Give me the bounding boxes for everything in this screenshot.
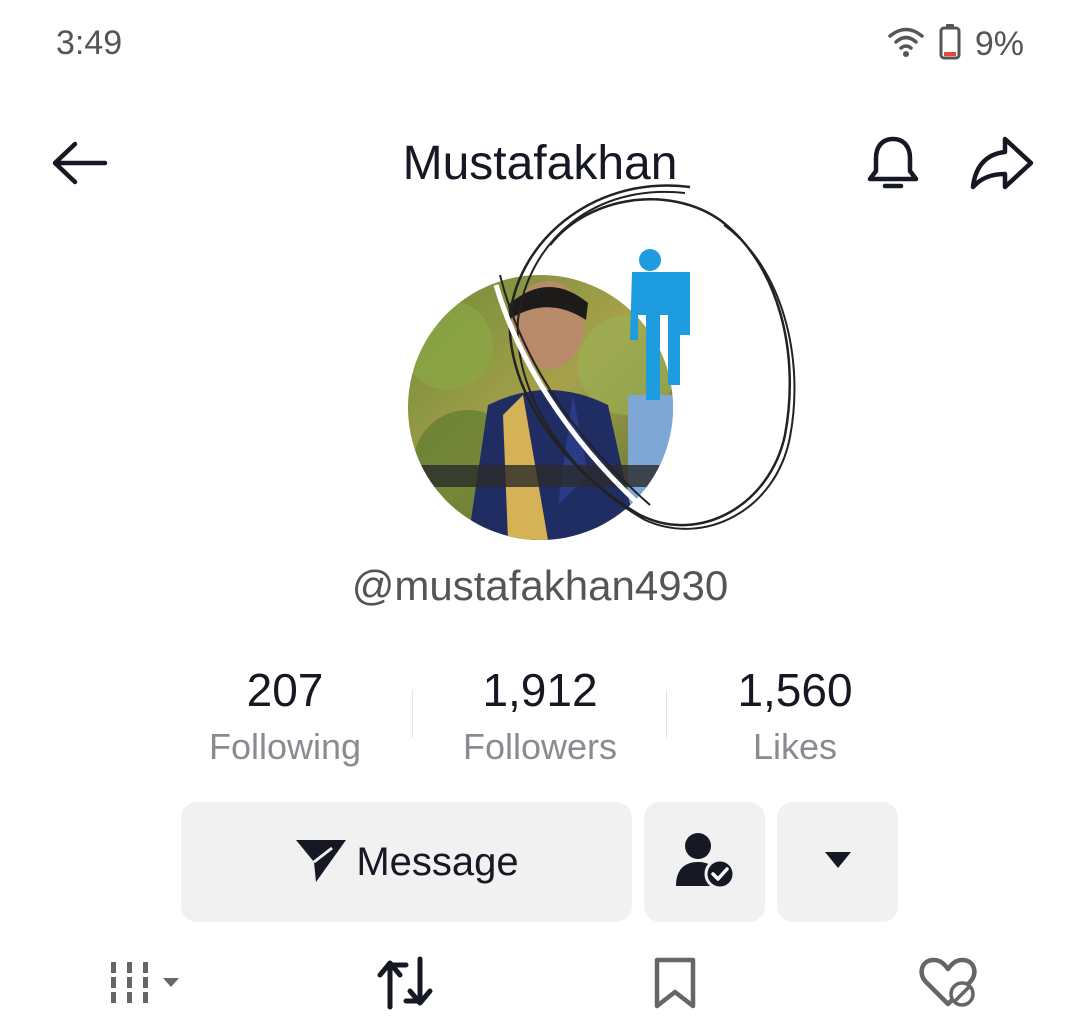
battery-low-icon: [939, 24, 961, 65]
heart-hidden-icon: [918, 956, 978, 1015]
following-button[interactable]: [644, 802, 765, 922]
stat-following[interactable]: 207 Following: [160, 660, 410, 768]
message-button[interactable]: Message: [181, 802, 632, 922]
stat-divider: [666, 690, 667, 738]
tab-videos[interactable]: [100, 950, 190, 1020]
tab-favorites[interactable]: [640, 950, 710, 1020]
tab-reposts[interactable]: [368, 950, 444, 1020]
bookmark-icon: [653, 956, 697, 1015]
status-time: 3:49: [56, 24, 123, 62]
repost-icon: [376, 955, 436, 1016]
share-arrow-icon: [969, 135, 1035, 196]
status-icons: 9%: [887, 24, 1024, 65]
share-button[interactable]: [964, 130, 1040, 200]
stat-value: 1,912: [482, 664, 598, 716]
profile-stats: 207 Following 1,912 Followers 1,560 Like…: [160, 660, 920, 780]
profile-actions: Message: [181, 802, 901, 922]
message-label: Message: [356, 839, 519, 884]
grid-icon: [105, 958, 185, 1013]
avatar: [408, 275, 673, 540]
stat-value: 207: [246, 664, 324, 716]
profile-handle: @mustafakhan4930: [351, 562, 729, 609]
profile-header: Mustafakhan: [0, 120, 1080, 210]
send-icon: [294, 836, 348, 889]
stat-label: Following: [208, 726, 362, 767]
battery-percent: 9%: [974, 25, 1024, 63]
person-check-icon: [674, 830, 736, 895]
stat-label: Likes: [752, 726, 838, 767]
stat-divider: [412, 690, 413, 738]
wifi-icon: [887, 25, 925, 64]
profile-tabs: [0, 940, 1080, 1020]
stat-label: Followers: [462, 726, 618, 767]
more-options-button[interactable]: [777, 802, 898, 922]
stat-followers[interactable]: 1,912 Followers: [415, 660, 665, 768]
notifications-button[interactable]: [858, 130, 928, 200]
stat-value: 1,560: [737, 664, 853, 716]
bell-icon: [865, 133, 921, 198]
profile-avatar[interactable]: [408, 275, 673, 540]
stat-likes[interactable]: 1,560 Likes: [670, 660, 920, 768]
caret-down-icon: [823, 850, 853, 875]
tab-liked[interactable]: [908, 950, 988, 1020]
status-bar: 3:49 9%: [0, 0, 1080, 90]
